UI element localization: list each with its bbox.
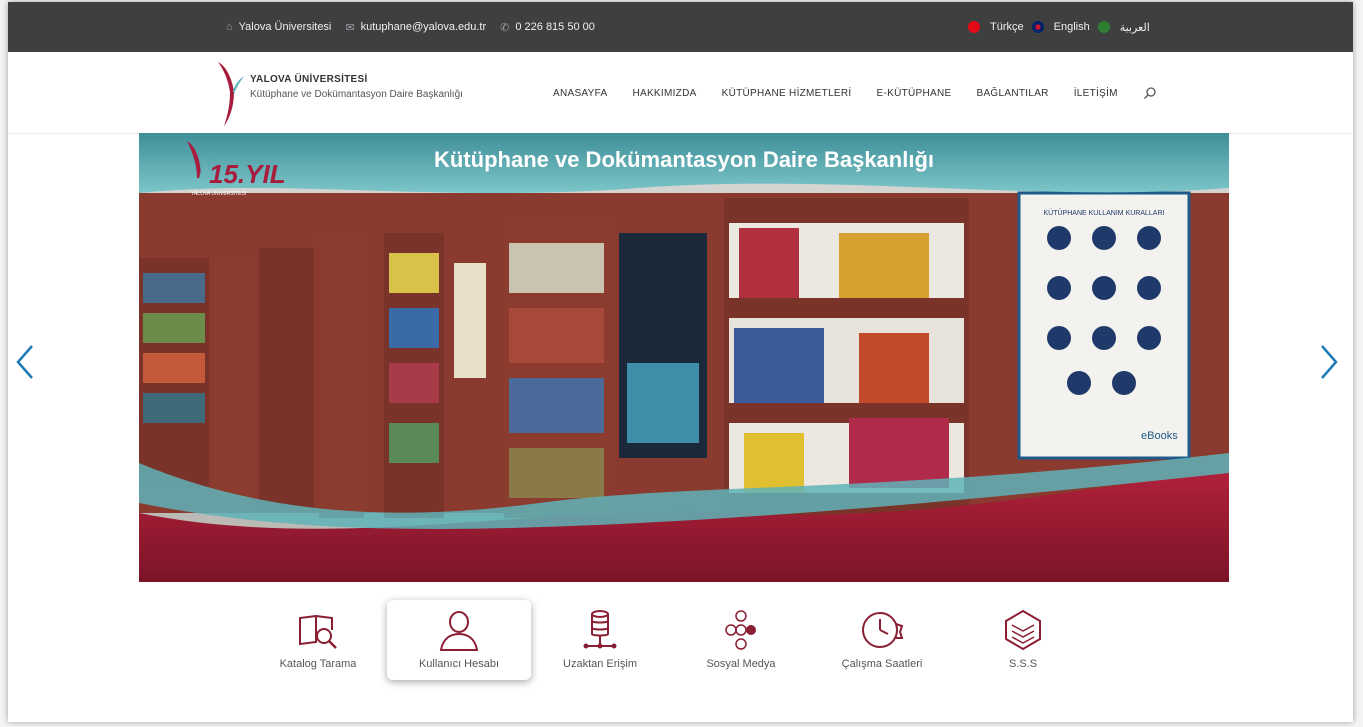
quick-link-label: Çalışma Saatleri [841, 658, 923, 670]
phone-icon: ✆ [500, 21, 510, 34]
search-icon[interactable] [1143, 86, 1157, 100]
database-icon [583, 610, 617, 649]
quick-link-working-hours[interactable]: Çalışma Saatleri [810, 600, 954, 680]
brand-department: Kütüphane ve Dokümantasyon Daire Başkanl… [250, 89, 463, 100]
book-search-icon [299, 614, 337, 649]
faq-icon [1005, 609, 1041, 651]
language-label: العربية [1119, 21, 1150, 34]
quick-link-remote-access[interactable]: Uzaktan Erişim [528, 600, 672, 680]
hero-slider[interactable]: KÜTÜPHANE KULLANIM KURALLARI eBooks 15.Y… [139, 133, 1229, 582]
quick-link-social-media[interactable]: Sosyal Medya [669, 600, 813, 680]
site-header: YALOVA ÜNİVERSİTESİ Kütüphane ve Doküman… [8, 52, 1353, 134]
home-icon: ⌂ [226, 21, 233, 33]
poster-title: KÜTÜPHANE KULLANIM KURALLARI [1044, 209, 1165, 217]
social-media-icon [725, 610, 756, 650]
email-link[interactable]: ✉ kutuphane@yalova.edu.tr [345, 21, 486, 34]
quick-links: Katalog Tarama Kullanıcı Hesabı Uzaktan … [8, 600, 1353, 700]
quick-link-label: Sosyal Medya [706, 658, 776, 670]
university-link[interactable]: ⌂ Yalova Üniversitesi [226, 21, 331, 33]
brand-text[interactable]: YALOVA ÜNİVERSİTESİ Kütüphane ve Doküman… [250, 74, 463, 100]
quick-link-label: Uzaktan Erişim [563, 658, 637, 670]
nav-e-library[interactable]: E-KÜTÜPHANE [877, 88, 952, 99]
slide-title: Kütüphane ve Dokümantasyon Daire Başkanl… [434, 147, 934, 172]
language-switcher: Türkçe English العربية [968, 2, 1150, 52]
top-bar: ⌂ Yalova Üniversitesi ✉ kutuphane@yalova… [8, 2, 1353, 52]
quick-link-catalog[interactable]: Katalog Tarama [246, 600, 390, 680]
nav-library-services[interactable]: KÜTÜPHANE HİZMETLERİ [722, 88, 852, 99]
user-icon [439, 611, 479, 651]
main-nav: ANASAYFA HAKKIMIZDA KÜTÜPHANE HİZMETLERİ… [553, 52, 1157, 134]
quick-link-label: Katalog Tarama [279, 658, 357, 670]
rules-poster: KÜTÜPHANE KULLANIM KURALLARI eBooks [1017, 191, 1191, 460]
slider-prev-icon[interactable] [14, 342, 38, 382]
quick-link-label: S.S.S [1008, 658, 1038, 670]
quick-link-user-account[interactable]: Kullanıcı Hesabı [387, 600, 531, 680]
nav-contact[interactable]: İLETİŞİM [1074, 88, 1118, 99]
poster-footer: eBooks [1141, 430, 1178, 442]
mail-icon: ✉ [345, 21, 355, 34]
uk-flag-icon [1031, 21, 1044, 33]
web-page: ⌂ Yalova Üniversitesi ✉ kutuphane@yalova… [8, 2, 1353, 722]
language-arabic[interactable]: العربية [1097, 21, 1150, 34]
slide-image: KÜTÜPHANE KULLANIM KURALLARI eBooks 15.Y… [139, 133, 1229, 582]
phone-link[interactable]: ✆ 0 226 815 50 00 [500, 21, 595, 34]
contact-info: ⌂ Yalova Üniversitesi ✉ kutuphane@yalova… [226, 2, 595, 52]
brand-university: YALOVA ÜNİVERSİTESİ [250, 74, 368, 85]
nav-about[interactable]: HAKKIMIZDA [632, 88, 696, 99]
quick-link-label: Kullanıcı Hesabı [418, 658, 500, 670]
anniversary-subtext: YALOVA ÜNİVERSİTESİ [191, 190, 246, 197]
university-label: Yalova Üniversitesi [238, 21, 332, 33]
language-label: English [1053, 21, 1090, 33]
anniversary-text: 15.YIL [209, 159, 286, 189]
quick-link-faq[interactable]: S.S.S [951, 600, 1095, 680]
phone-label: 0 226 815 50 00 [515, 21, 595, 33]
turkey-flag-icon [968, 21, 980, 33]
language-english[interactable]: English [1031, 21, 1090, 33]
nav-home[interactable]: ANASAYFA [553, 88, 607, 99]
saudi-flag-icon [1097, 21, 1110, 33]
clock-icon [862, 612, 904, 648]
university-logo[interactable] [216, 58, 246, 128]
nav-links[interactable]: BAĞLANTILAR [976, 88, 1048, 99]
screenshot-frame: ⌂ Yalova Üniversitesi ✉ kutuphane@yalova… [0, 0, 1363, 727]
email-label: kutuphane@yalova.edu.tr [360, 21, 487, 33]
slider-next-icon[interactable] [1316, 342, 1340, 382]
language-turkish[interactable]: Türkçe [968, 21, 1024, 33]
language-label: Türkçe [990, 21, 1024, 33]
